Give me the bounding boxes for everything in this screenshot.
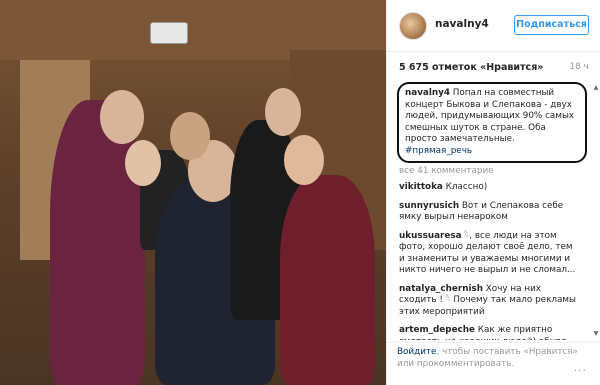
comment-username[interactable]: natalya_chernish (399, 284, 483, 294)
view-all-comments-link[interactable]: все 41 комментарие (399, 166, 587, 176)
caption-hashtag[interactable]: #прямая_речь (405, 146, 472, 156)
scroll-down-arrow-icon[interactable]: ▼ (593, 330, 599, 338)
comment-item: vikittoka Классно) (399, 182, 587, 194)
more-options-icon[interactable]: ··· (574, 365, 588, 377)
comment-item: sunnyrusich Вот и Слепакова себе ямку вы… (399, 201, 587, 224)
post-header: navalny4 Подписаться (387, 0, 600, 52)
follow-button[interactable]: Подписаться (514, 15, 589, 35)
comment-username[interactable]: ukussuaresa (399, 231, 462, 241)
phone-in-hand (150, 22, 188, 44)
post-time[interactable]: 18 ч (569, 62, 589, 72)
comment-item: natalya_chernish Хочу на них сходить ! 𓆩… (399, 284, 587, 319)
likes-count[interactable]: 5 675 отметок «Нравится» (399, 62, 543, 73)
comment-username[interactable]: artem_depeche (399, 325, 475, 335)
comment-username[interactable]: vikittoka (399, 182, 443, 192)
comment-item: ukussuaresa 𓆩, все люди на этом фото, хо… (399, 231, 587, 277)
caption-username[interactable]: navalny4 (405, 88, 450, 98)
post-caption: navalny4 Попал на совместный концерт Бык… (397, 82, 587, 163)
post-stats: 5 675 отметок «Нравится» 18 ч (399, 62, 589, 78)
login-link[interactable]: Войдите (397, 347, 436, 357)
login-prompt: Войдите, чтобы поставить «Нравится» или … (387, 342, 600, 385)
comment-text: Классно) (442, 182, 488, 192)
comment-username[interactable]: sunnyrusich (399, 201, 459, 211)
comment-item: artem_depeche Как же приятно смотреть на… (399, 325, 587, 340)
comments-list[interactable]: navalny4 Попал на совместный концерт Бык… (387, 82, 593, 340)
author-username[interactable]: navalny4 (435, 18, 489, 30)
post-photo (0, 0, 386, 385)
post-side-panel: navalny4 Подписаться 5 675 отметок «Нрав… (386, 0, 600, 385)
scroll-up-arrow-icon[interactable]: ▲ (593, 84, 599, 92)
avatar[interactable] (399, 12, 427, 40)
